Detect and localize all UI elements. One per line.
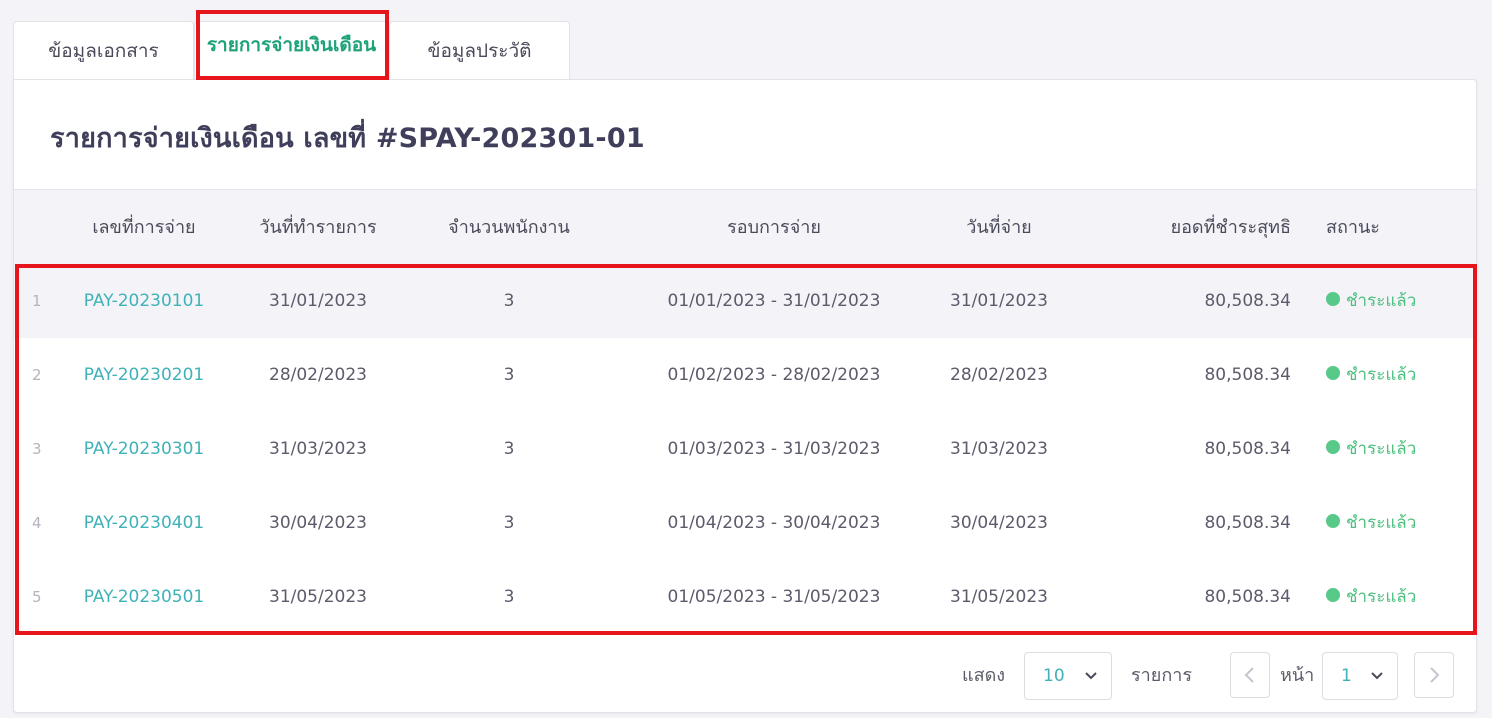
header-net-amount: ยอดที่ชำระสุทธิ [1170, 217, 1291, 238]
status-badge: ชำระแล้ว [1326, 486, 1466, 560]
table-row[interactable]: 4 PAY-20230401 30/04/2023 3 01/04/2023 -… [14, 486, 1476, 560]
status-dot-icon [1326, 514, 1340, 528]
tab-label: รายการจ่ายเงินเดือน [206, 33, 377, 56]
transaction-date: 31/01/2023 [269, 291, 367, 311]
show-label: แสดง [962, 665, 1006, 686]
status-label: ชำระแล้ว [1346, 365, 1417, 385]
page-title: รายการจ่ายเงินเดือน เลขที่ #SPAY-202301-… [50, 123, 645, 154]
payment-no-link[interactable]: PAY-20230101 [82, 264, 206, 338]
header-payment-no: เลขที่การจ่าย [92, 217, 196, 238]
transaction-date: 30/04/2023 [269, 513, 367, 533]
page-value: 1 [1341, 666, 1352, 686]
row-index: 4 [32, 514, 42, 532]
status-badge: ชำระแล้ว [1326, 338, 1466, 412]
row-index: 2 [32, 366, 42, 384]
employee-count: 3 [503, 439, 515, 459]
status-label: ชำระแล้ว [1346, 587, 1417, 607]
pay-date: 31/05/2023 [950, 587, 1048, 607]
pay-period: 01/03/2023 - 31/03/2023 [667, 439, 881, 459]
next-page-button[interactable] [1414, 652, 1454, 698]
tab-label: ข้อมูลเอกสาร [48, 40, 159, 62]
row-index: 1 [32, 292, 42, 310]
page-select[interactable]: 1 [1322, 652, 1398, 700]
payment-no-link[interactable]: PAY-20230201 [82, 338, 206, 412]
pagination-bar: แสดง 10 รายการ หน้า 1 [14, 638, 1476, 713]
prev-page-button[interactable] [1230, 652, 1270, 698]
payment-no-link[interactable]: PAY-20230401 [82, 486, 206, 560]
employee-count: 3 [503, 587, 515, 607]
payment-no-link[interactable]: PAY-20230301 [82, 412, 206, 486]
pay-period: 01/01/2023 - 31/01/2023 [667, 291, 881, 311]
employee-count: 3 [503, 365, 515, 385]
tab-document-info[interactable]: ข้อมูลเอกสาร [13, 21, 194, 80]
page-size-select[interactable]: 10 [1024, 652, 1112, 700]
payroll-card: รายการจ่ายเงินเดือน เลขที่ #SPAY-202301-… [13, 79, 1477, 713]
status-label: ชำระแล้ว [1346, 291, 1417, 311]
status-badge: ชำระแล้ว [1326, 560, 1466, 634]
table-row[interactable]: 3 PAY-20230301 31/03/2023 3 01/03/2023 -… [14, 412, 1476, 486]
table-row[interactable]: 1 PAY-20230101 31/01/2023 3 01/01/2023 -… [14, 264, 1476, 338]
page-label: หน้า [1280, 665, 1315, 686]
net-amount: 80,508.34 [1204, 291, 1291, 311]
net-amount: 80,508.34 [1204, 587, 1291, 607]
table-row[interactable]: 5 PAY-20230501 31/05/2023 3 01/05/2023 -… [14, 560, 1476, 634]
tab-payroll-list[interactable]: รายการจ่ายเงินเดือน [194, 21, 389, 80]
items-label: รายการ [1131, 665, 1192, 686]
tab-history[interactable]: ข้อมูลประวัติ [389, 21, 570, 80]
pay-date: 28/02/2023 [950, 365, 1048, 385]
transaction-date: 31/05/2023 [269, 587, 367, 607]
row-index: 5 [32, 588, 42, 606]
employee-count: 3 [503, 513, 515, 533]
employee-count: 3 [503, 291, 515, 311]
chevron-down-icon [1371, 672, 1383, 680]
tab-bar: ข้อมูลเอกสาร รายการจ่ายเงินเดือน ข้อมูลป… [13, 21, 570, 80]
pay-period: 01/02/2023 - 28/02/2023 [667, 365, 881, 385]
status-label: ชำระแล้ว [1346, 513, 1417, 533]
chevron-right-icon [1430, 667, 1440, 683]
payment-no-link[interactable]: PAY-20230501 [82, 560, 206, 634]
tab-label: ข้อมูลประวัติ [427, 40, 532, 62]
row-index: 3 [32, 440, 42, 458]
pay-date: 30/04/2023 [950, 513, 1048, 533]
header-pay-date: วันที่จ่าย [966, 217, 1032, 238]
net-amount: 80,508.34 [1204, 513, 1291, 533]
net-amount: 80,508.34 [1204, 439, 1291, 459]
status-dot-icon [1326, 588, 1340, 602]
net-amount: 80,508.34 [1204, 365, 1291, 385]
pay-date: 31/03/2023 [950, 439, 1048, 459]
chevron-down-icon [1085, 672, 1097, 680]
status-dot-icon [1326, 292, 1340, 306]
header-transaction-date: วันที่ทำรายการ [259, 217, 377, 238]
header-pay-period: รอบการจ่าย [727, 217, 821, 238]
pay-period: 01/05/2023 - 31/05/2023 [667, 587, 881, 607]
table-row[interactable]: 2 PAY-20230201 28/02/2023 3 01/02/2023 -… [14, 338, 1476, 412]
header-status: สถานะ [1326, 217, 1380, 238]
status-dot-icon [1326, 366, 1340, 380]
status-dot-icon [1326, 440, 1340, 454]
pay-date: 31/01/2023 [950, 291, 1048, 311]
pay-period: 01/04/2023 - 30/04/2023 [667, 513, 881, 533]
transaction-date: 31/03/2023 [269, 439, 367, 459]
status-badge: ชำระแล้ว [1326, 412, 1466, 486]
chevron-left-icon [1244, 667, 1254, 683]
status-badge: ชำระแล้ว [1326, 264, 1466, 338]
table-header: เลขที่การจ่าย วันที่ทำรายการ จำนวนพนักงา… [14, 189, 1476, 264]
status-label: ชำระแล้ว [1346, 439, 1417, 459]
transaction-date: 28/02/2023 [269, 365, 367, 385]
header-employee-count: จำนวนพนักงาน [448, 217, 570, 238]
page-size-value: 10 [1043, 666, 1065, 686]
